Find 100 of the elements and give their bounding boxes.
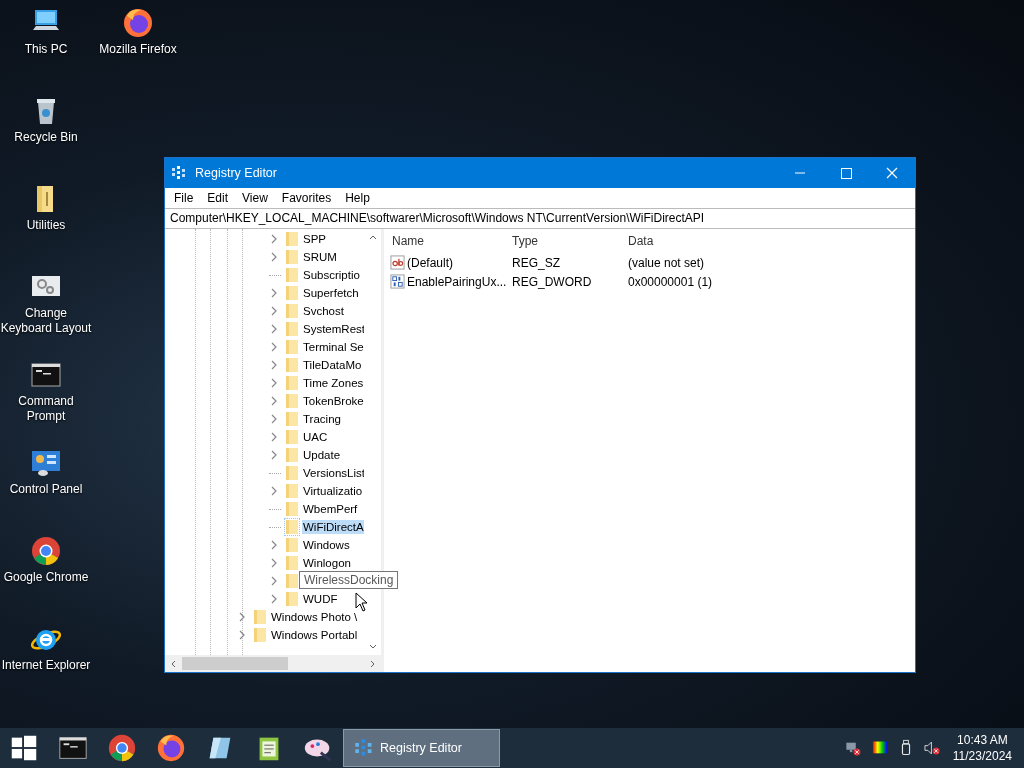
tree-item[interactable]: SystemRest bbox=[302, 322, 366, 336]
folder-icon bbox=[285, 375, 299, 391]
desktop-icon-label[interactable]: Utilities bbox=[26, 218, 66, 233]
tree-item[interactable]: Superfetch bbox=[302, 286, 360, 300]
folder-icon bbox=[285, 555, 299, 571]
string-value-icon bbox=[390, 255, 405, 270]
chevron-right-icon[interactable] bbox=[269, 594, 279, 604]
clock-time[interactable]: 10:43 AM bbox=[957, 732, 1008, 748]
chevron-right-icon[interactable] bbox=[269, 432, 279, 442]
horizontal-scrollbar[interactable] bbox=[165, 655, 381, 672]
tree-item[interactable]: Windows Photo \ bbox=[270, 610, 359, 624]
browser-icon[interactable] bbox=[29, 534, 63, 568]
taskbar-button[interactable]: Registry Editor bbox=[343, 729, 500, 767]
clock-date[interactable]: 11/23/2024 bbox=[952, 748, 1012, 764]
tree-item[interactable]: TokenBroke bbox=[302, 394, 365, 408]
tree-item[interactable]: Tracing bbox=[302, 412, 342, 426]
tree-item[interactable]: Time Zones bbox=[302, 376, 365, 390]
menu-item[interactable]: Help bbox=[338, 191, 377, 205]
chevron-right-icon[interactable] bbox=[269, 450, 279, 460]
chevron-right-icon[interactable] bbox=[269, 288, 279, 298]
menu-item[interactable]: Edit bbox=[200, 191, 236, 205]
chevron-right-icon[interactable] bbox=[237, 612, 247, 622]
folder-icon bbox=[285, 339, 299, 355]
chevron-right-icon[interactable] bbox=[269, 252, 279, 262]
value-name[interactable]: EnablePairingUx... bbox=[407, 274, 507, 289]
tree-item[interactable]: Subscriptio bbox=[302, 268, 361, 282]
chevron-right-icon[interactable] bbox=[269, 396, 279, 406]
address-bar[interactable]: Computer\HKEY_LOCAL_MACHINE\softwarer\Microsoft\Windows NT\CurrentVersion\WiFiDirectAPI bbox=[165, 208, 915, 229]
value-type: REG_DWORD bbox=[511, 274, 593, 289]
value-data: 0x00000001 (1) bbox=[627, 274, 714, 289]
chevron-right-icon[interactable] bbox=[269, 558, 279, 568]
chevron-right-icon[interactable] bbox=[269, 342, 279, 352]
fox-browser-icon[interactable] bbox=[121, 6, 155, 40]
desktop-icon-label[interactable]: Command Prompt bbox=[0, 394, 92, 424]
folder-icon bbox=[285, 573, 299, 589]
folder-icon bbox=[285, 267, 299, 283]
chevron-right-icon[interactable] bbox=[269, 234, 279, 244]
registry-cubes-icon bbox=[171, 165, 187, 181]
tree-item[interactable]: WbemPerf bbox=[302, 502, 359, 516]
menu-item[interactable]: File bbox=[167, 191, 201, 205]
desktop-icon-label[interactable]: Mozilla Firefox bbox=[99, 42, 177, 57]
folder-icon bbox=[285, 429, 299, 445]
folder-icon bbox=[285, 501, 299, 517]
binary-value-icon bbox=[390, 274, 405, 289]
registry-cubes-icon bbox=[354, 738, 374, 758]
tree-item[interactable]: SRUM bbox=[302, 250, 338, 264]
tree-item[interactable]: Svchost bbox=[302, 304, 345, 318]
chevron-right-icon[interactable] bbox=[269, 378, 279, 388]
column-header[interactable]: Data bbox=[626, 234, 778, 248]
chevron-right-icon[interactable] bbox=[269, 540, 279, 550]
folder-icon bbox=[285, 357, 299, 373]
tooltip: WirelessDocking bbox=[299, 571, 399, 589]
tree-item[interactable]: Windows bbox=[302, 538, 351, 552]
window-title: Registry Editor bbox=[195, 166, 278, 180]
menu-item[interactable]: Favorites bbox=[274, 191, 339, 205]
desktop-icon-label[interactable]: Internet Explorer bbox=[1, 658, 91, 673]
desktop-icon-label[interactable]: Change Keyboard Layout bbox=[0, 306, 92, 336]
folder-icon bbox=[285, 465, 299, 481]
value-data: (value not set) bbox=[627, 255, 706, 270]
chevron-right-icon[interactable] bbox=[269, 306, 279, 316]
chevron-right-icon[interactable] bbox=[269, 360, 279, 370]
tree-item[interactable]: WiFiDirectA bbox=[302, 520, 365, 534]
value-name[interactable]: (Default) bbox=[407, 255, 453, 270]
tree-item[interactable]: Virtualizatio bbox=[302, 484, 364, 498]
folder-icon bbox=[285, 321, 299, 337]
folder-icon bbox=[285, 393, 299, 409]
chevron-right-icon[interactable] bbox=[237, 630, 247, 640]
tree-item[interactable]: WUDF bbox=[302, 592, 339, 606]
folder-icon bbox=[253, 627, 267, 643]
tree-item[interactable]: Windows Portabl bbox=[270, 628, 359, 642]
tree-item[interactable]: Terminal Se bbox=[302, 340, 365, 354]
chevron-right-icon[interactable] bbox=[269, 414, 279, 424]
tree-item[interactable]: UAC bbox=[302, 430, 329, 444]
desktop-icon-label[interactable]: Control Panel bbox=[9, 482, 83, 497]
folder-icon bbox=[285, 411, 299, 427]
mouse-pointer-icon bbox=[355, 592, 367, 612]
menu-item[interactable]: View bbox=[235, 191, 275, 205]
desktop-icon-label[interactable]: Google Chrome bbox=[3, 570, 89, 585]
folder-icon bbox=[285, 537, 299, 553]
folder-icon bbox=[253, 609, 267, 625]
value-type: REG_SZ bbox=[511, 255, 561, 270]
tree-item[interactable]: TileDataMo bbox=[302, 358, 363, 372]
desktop-icon-label[interactable]: Recycle Bin bbox=[14, 130, 78, 145]
chevron-right-icon[interactable] bbox=[269, 324, 279, 334]
tree-item[interactable]: Update bbox=[302, 448, 342, 462]
desktop-icon-label[interactable]: This PC bbox=[24, 42, 68, 57]
tree-item[interactable]: VersionsList bbox=[302, 466, 366, 480]
tree-item[interactable]: SPP bbox=[302, 232, 327, 246]
folder-icon bbox=[285, 285, 299, 301]
folder-icon bbox=[285, 303, 299, 319]
folder-icon bbox=[285, 591, 299, 607]
tree-item[interactable]: Winlogon bbox=[302, 556, 352, 570]
folder-icon bbox=[285, 519, 299, 535]
chevron-right-icon[interactable] bbox=[269, 486, 279, 496]
folder-icon bbox=[285, 483, 299, 499]
folder-icon bbox=[285, 447, 299, 463]
chevron-right-icon[interactable] bbox=[269, 576, 279, 586]
folder-icon bbox=[285, 249, 299, 265]
column-header[interactable]: Name bbox=[384, 234, 506, 248]
column-header[interactable]: Type bbox=[506, 234, 626, 248]
